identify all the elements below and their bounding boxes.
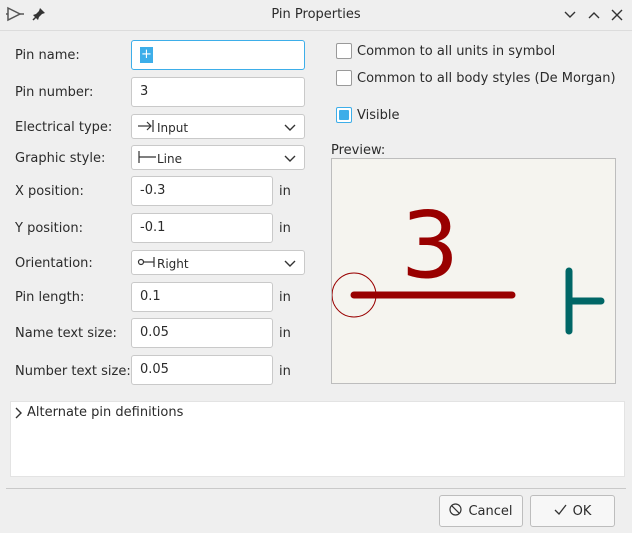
graphic-style-label: Graphic style: xyxy=(15,151,106,166)
ok-button[interactable]: OK xyxy=(530,495,615,527)
chevron-up-icon[interactable] xyxy=(584,5,604,25)
pin-number-input[interactable]: 3 xyxy=(131,77,305,107)
cancel-label: Cancel xyxy=(468,503,513,519)
visible-checkbox[interactable] xyxy=(336,107,352,123)
pin-length-label: Pin length: xyxy=(15,290,85,305)
window-title: Pin Properties xyxy=(271,7,361,22)
x-position-unit: in xyxy=(279,184,291,199)
footer-divider xyxy=(6,488,626,489)
number-text-size-label: Number text size: xyxy=(15,364,131,379)
pin-right-icon xyxy=(137,254,157,274)
preview-label: Preview: xyxy=(331,143,386,158)
pin-preview: 3 xyxy=(331,158,616,384)
line-pin-icon xyxy=(137,149,157,169)
number-text-size-input[interactable]: 0.05 xyxy=(131,355,273,385)
pin-name-label: Pin name: xyxy=(15,48,80,63)
x-position-input[interactable]: -0.3 xyxy=(131,176,273,206)
number-text-size-unit: in xyxy=(279,364,291,379)
cancel-button[interactable]: Cancel xyxy=(439,495,523,527)
chevron-down-icon xyxy=(284,121,296,136)
chevron-down-icon[interactable] xyxy=(560,5,580,25)
visible-label[interactable]: Visible xyxy=(357,108,399,123)
name-text-size-label: Name text size: xyxy=(15,326,117,341)
pin-name-value: + xyxy=(140,46,153,63)
common-body-styles-checkbox[interactable] xyxy=(336,70,352,86)
graphic-style-select[interactable]: Line xyxy=(131,145,305,170)
chevron-down-icon xyxy=(284,257,296,272)
pin-number-label: Pin number: xyxy=(15,85,94,100)
close-icon[interactable] xyxy=(607,5,627,25)
common-units-checkbox[interactable] xyxy=(336,43,352,59)
name-text-size-unit: in xyxy=(279,326,291,341)
check-icon xyxy=(554,504,567,519)
y-position-unit: in xyxy=(279,221,291,236)
pin-preview-canvas: 3 xyxy=(331,192,605,335)
electrical-type-value: Input xyxy=(157,121,189,135)
alternate-pin-panel: Alternate pin definitions xyxy=(10,401,625,477)
pin-name-input[interactable]: + xyxy=(131,40,305,70)
ok-label: OK xyxy=(572,503,592,519)
y-position-input[interactable]: -0.1 xyxy=(131,213,273,243)
electrical-type-label: Electrical type: xyxy=(15,120,113,135)
title-bar: Pin Properties xyxy=(0,0,632,31)
graphic-style-value: Line xyxy=(157,152,183,166)
input-pin-icon xyxy=(137,118,157,138)
common-body-styles-label[interactable]: Common to all body styles (De Morgan) xyxy=(357,71,616,86)
electrical-type-select[interactable]: Input xyxy=(131,114,305,139)
pin-length-input[interactable]: 0.1 xyxy=(131,282,273,312)
cancel-icon xyxy=(449,502,463,520)
preview-pin-number: 3 xyxy=(401,192,460,299)
alternate-pin-toggle[interactable]: Alternate pin definitions xyxy=(27,405,183,420)
chevron-down-icon xyxy=(284,152,296,167)
y-position-label: Y position: xyxy=(15,221,83,236)
x-position-label: X position: xyxy=(15,184,84,199)
orientation-select[interactable]: Right xyxy=(131,250,305,275)
name-text-size-input[interactable]: 0.05 xyxy=(131,318,273,348)
pin-length-unit: in xyxy=(279,290,291,305)
orientation-label: Orientation: xyxy=(15,256,93,271)
common-units-label[interactable]: Common to all units in symbol xyxy=(357,44,555,59)
orientation-value: Right xyxy=(157,257,189,271)
chevron-right-icon[interactable] xyxy=(15,407,23,423)
